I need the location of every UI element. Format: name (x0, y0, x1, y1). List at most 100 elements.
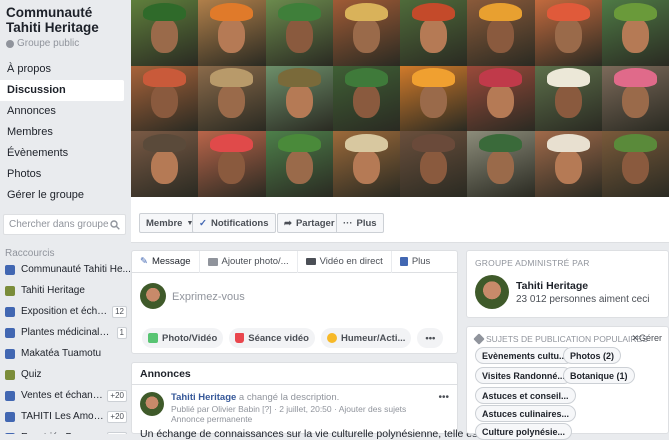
composer-input[interactable]: Exprimez-vous (172, 291, 245, 303)
flower-crown-shape (613, 2, 657, 21)
nav-item-events[interactable]: Évènements (0, 143, 131, 164)
flower-crown-shape (546, 2, 590, 21)
cover-portrait-tile (131, 0, 199, 66)
face-shape (487, 149, 515, 184)
shortcut-item[interactable]: Tahiti Heritage (0, 280, 131, 301)
topic-chip[interactable]: Photos (2) (563, 347, 621, 364)
admin-card: GROUPE ADMINISTRÉ PAR Tahiti Heritage 23… (466, 250, 669, 318)
post-meta: Publié par Olivier Babin [?] · 2 juillet… (171, 404, 407, 414)
shortcut-item[interactable]: Makatéa Tuamotu (0, 343, 131, 364)
nav-item-members[interactable]: Membres (0, 122, 131, 143)
tab-message-label: Message (151, 256, 191, 267)
shortcuts-list: Communauté Tahiti He... Tahiti Heritage Ex… (0, 259, 131, 434)
group-title[interactable]: Communauté Tahiti Heritage (0, 0, 131, 35)
post-composer: ✎ Message Ajouter photo/... Vidéo en dir… (131, 250, 458, 354)
cover-portrait-tile (332, 65, 400, 132)
post-options-icon[interactable]: ••• (438, 392, 449, 403)
tag-icon (473, 333, 485, 345)
shortcut-label: Makatéa Tuamotu (21, 348, 102, 359)
shortcut-label: Communauté Tahiti He... (21, 264, 131, 275)
nav-item-about[interactable]: À propos (0, 59, 131, 80)
group-privacy-label: Groupe public (17, 38, 80, 49)
flower-crown-shape (412, 2, 456, 21)
user-avatar[interactable] (140, 283, 166, 309)
shortcut-item[interactable]: Exposition et échan... 12 (0, 301, 131, 322)
face-shape (218, 84, 246, 119)
topic-chip[interactable]: Botanique (1) (563, 367, 635, 384)
notifications-button[interactable]: ✓ Notifications (192, 213, 276, 233)
topics-manage-label: Gérer (638, 333, 662, 343)
feeling-activity-button[interactable]: Humeur/Acti... (320, 328, 412, 348)
tab-add-photo[interactable]: Ajouter photo/... (200, 250, 298, 273)
cover-portrait-tile (400, 131, 468, 197)
shortcut-item[interactable]: Communauté Tahiti He... (0, 259, 131, 280)
flower-crown-shape (479, 68, 523, 87)
post-header: Tahiti Heritage a changé la description. (171, 392, 339, 403)
post-author-avatar[interactable] (140, 392, 164, 416)
post-body: Un échange de connaissances sur la vie c… (140, 428, 481, 440)
topic-chip[interactable]: Evènements cultu... (475, 347, 574, 364)
admin-avatar[interactable] (475, 275, 509, 309)
face-shape (285, 84, 313, 119)
post-author[interactable]: Tahiti Heritage (171, 392, 236, 403)
camera-icon (207, 257, 218, 266)
flower-crown-shape (277, 68, 321, 87)
flower-crown-shape (613, 133, 657, 153)
admin-card-title: GROUPE ADMINISTRÉ PAR (475, 258, 590, 268)
shortcut-item[interactable]: Plantes médicinales ... 1 (0, 322, 131, 343)
face-shape (554, 84, 582, 119)
shortcut-item[interactable]: TAHITI Les Amour... +20 (0, 406, 131, 427)
shortcut-item[interactable]: Expatriés Bora Bo...+20 (0, 427, 131, 434)
shortcut-count-badge: +20 (107, 410, 127, 423)
shortcut-label: Tahiti Heritage (21, 285, 85, 296)
flower-crown-shape (210, 133, 254, 153)
topics-manage-link[interactable]: ✕Gérer (631, 333, 662, 344)
face-shape (621, 84, 649, 119)
tab-message[interactable]: ✎ Message (132, 250, 200, 273)
topic-chip[interactable]: Culture polynésie... (475, 423, 573, 440)
face-shape (621, 18, 649, 53)
tab-add-photo-label: Ajouter photo/... (221, 256, 289, 267)
cover-portrait-tile (265, 65, 333, 132)
cover-portrait-tile (400, 65, 468, 132)
tab-live-video[interactable]: Vidéo en direct (298, 250, 392, 273)
video-session-button[interactable]: Séance vidéo (229, 328, 315, 348)
group-icon (5, 264, 15, 275)
cover-photo[interactable] (131, 0, 669, 197)
topic-chip[interactable]: Astuces et conseil... (475, 387, 576, 404)
member-label: Membre (146, 217, 183, 229)
topic-chip[interactable]: Astuces culinaires... (475, 405, 577, 422)
nav-item-photos[interactable]: Photos (0, 164, 131, 185)
tab-more[interactable]: Plus (392, 251, 438, 273)
photo-icon (148, 333, 158, 343)
share-button[interactable]: ➦ Partager (277, 213, 342, 233)
face-shape (218, 18, 246, 53)
group-search-input[interactable]: Chercher dans groupe (3, 214, 126, 235)
face-shape (554, 149, 582, 184)
topic-chip[interactable]: Visites Randonné... (475, 367, 572, 384)
shortcut-item[interactable]: Ventes et échange... +20 (0, 385, 131, 406)
announcements-title: Annonces (132, 363, 457, 385)
flower-crown-shape (412, 68, 456, 87)
photo-video-button[interactable]: Photo/Vidéo (142, 328, 224, 348)
nav-item-manage-group[interactable]: Gérer le groupe (0, 185, 131, 206)
nav-item-discussion[interactable]: Discussion (0, 80, 124, 101)
shortcut-label: Plantes médicinales ... (21, 327, 114, 338)
more-button[interactable]: ··· Plus (336, 213, 384, 233)
flower-crown-shape (277, 2, 321, 21)
notifications-label: Notifications (210, 217, 269, 229)
cover-portrait-tile (265, 0, 333, 66)
admin-name[interactable]: Tahiti Heritage (516, 280, 588, 292)
cover-portrait-tile (534, 0, 602, 66)
cover-portrait-tile (265, 131, 333, 197)
search-icon[interactable] (110, 219, 120, 230)
nav-item-announcements[interactable]: Annonces (0, 101, 131, 122)
shortcut-item[interactable]: Quiz (0, 364, 131, 385)
video-camera-icon (305, 258, 316, 265)
cover-portrait-tile (198, 0, 266, 66)
group-icon (5, 327, 15, 338)
face-shape (151, 149, 179, 184)
more-options-button[interactable]: ••• (417, 328, 444, 348)
flower-crown-shape (143, 2, 187, 21)
flower-crown-shape (143, 68, 187, 87)
